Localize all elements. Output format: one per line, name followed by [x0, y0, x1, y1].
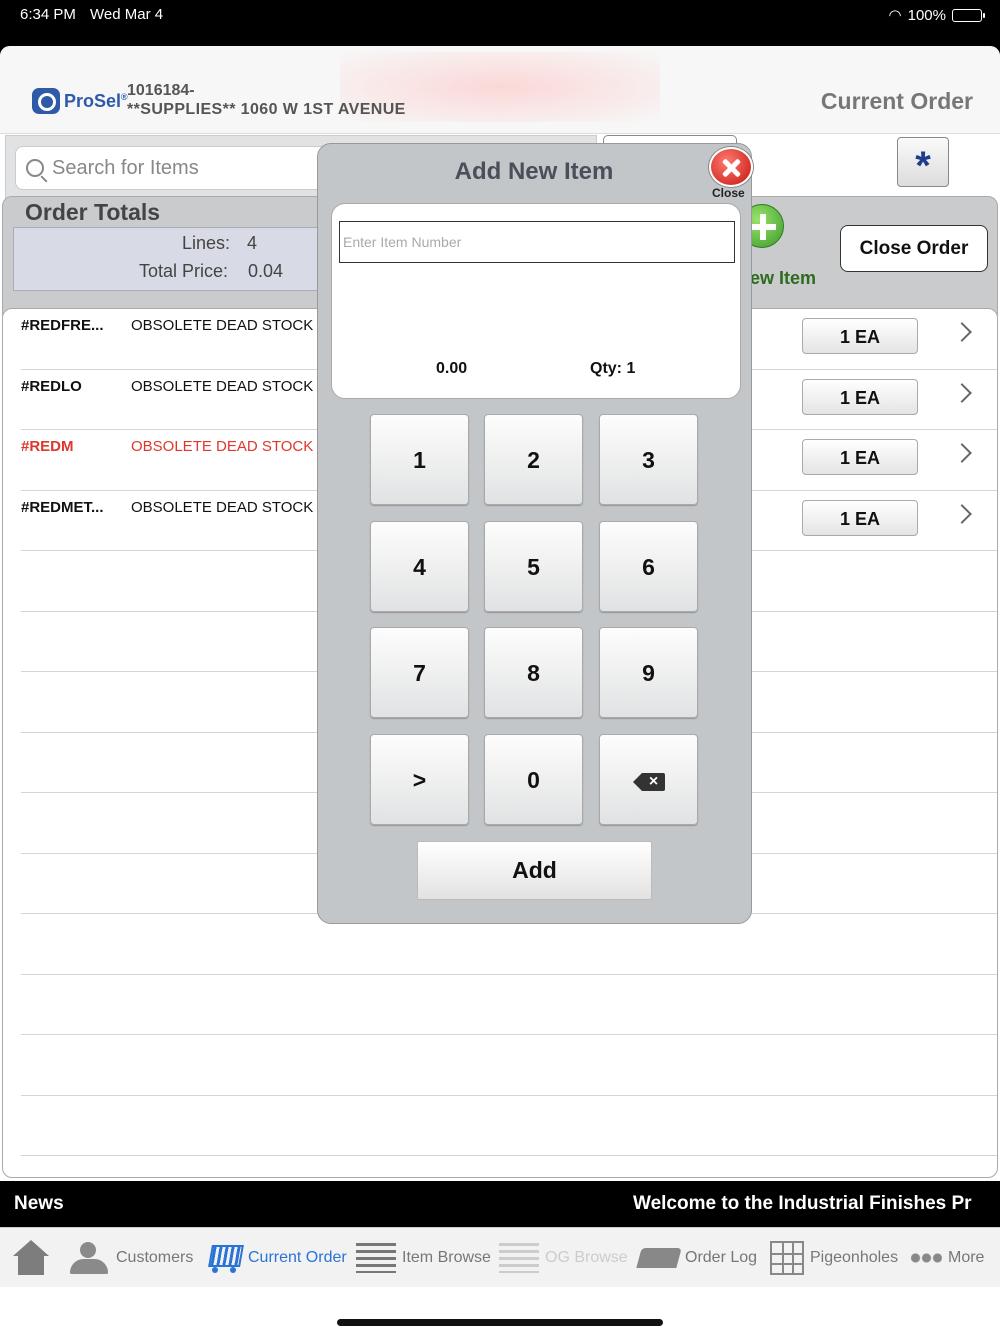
- key-4[interactable]: 4: [370, 521, 469, 612]
- item-description: OBSOLETE DEAD STOCK: [131, 377, 314, 395]
- item-description: OBSOLETE DEAD STOCK: [131, 498, 314, 516]
- item-number: #REDM: [21, 438, 74, 455]
- new-item-label[interactable]: ew Item: [750, 268, 816, 289]
- cart-icon: [204, 1241, 242, 1275]
- tab-pigeonholes[interactable]: Pigeonholes: [770, 1228, 898, 1288]
- close-icon[interactable]: [709, 147, 753, 187]
- status-right: ◠ 100%: [888, 6, 985, 24]
- key-3[interactable]: 3: [599, 414, 698, 505]
- tab-label: OG Browse: [545, 1249, 628, 1266]
- wifi-icon: ◠: [888, 7, 902, 24]
- quantity-button[interactable]: 1 EA: [802, 318, 918, 354]
- key-5[interactable]: 5: [484, 521, 583, 612]
- key-2[interactable]: 2: [484, 414, 583, 505]
- header: ProSel® 1016184- **SUPPLIES** 1060 W 1ST…: [0, 46, 1000, 134]
- add-new-item-dialog: Add New Item Close 0.00 Qty: 1 1 2 3 4 5…: [317, 143, 753, 924]
- app-window: ProSel® 1016184- **SUPPLIES** 1060 W 1ST…: [0, 46, 1000, 1334]
- tab-label: Pigeonholes: [810, 1249, 899, 1266]
- item-qty: Qty: 1: [590, 360, 636, 377]
- page-title: Current Order: [820, 88, 973, 114]
- empty-row: [21, 975, 997, 1035]
- brand-name: ProSel®: [64, 90, 128, 111]
- status-time: 6:34 PM: [20, 6, 76, 23]
- order-totals-title: Order Totals: [25, 199, 161, 225]
- key-1[interactable]: 1: [370, 414, 469, 505]
- prosel-logo: ProSel®: [32, 88, 128, 114]
- close-label[interactable]: Close: [712, 186, 745, 200]
- battery-icon: [952, 8, 985, 22]
- search-icon: [26, 159, 44, 177]
- total-price-value: 0.04: [248, 261, 284, 281]
- lines-label: Lines:: [182, 233, 231, 253]
- key-9[interactable]: 9: [599, 627, 698, 718]
- search-field[interactable]: [15, 146, 345, 190]
- close-order-button[interactable]: Close Order: [840, 225, 988, 272]
- tab-current-order[interactable]: Current Order: [204, 1228, 347, 1288]
- quantity-button[interactable]: 1 EA: [802, 499, 918, 536]
- tab-label: Order Log: [685, 1249, 758, 1266]
- tab-home[interactable]: [12, 1228, 50, 1288]
- total-price-label: Total Price:: [139, 261, 229, 281]
- home-indicator: [337, 1319, 663, 1326]
- item-number: #REDMET...: [21, 498, 104, 516]
- key-next[interactable]: >: [370, 734, 469, 825]
- item-description: OBSOLETE DEAD STOCK: [131, 438, 314, 455]
- news-label: News: [14, 1193, 64, 1214]
- prosel-logo-icon: [32, 88, 60, 114]
- tab-bar: Customers Current Order Item Browse OG B…: [0, 1227, 1000, 1287]
- search-input[interactable]: [52, 156, 322, 180]
- favorites-button[interactable]: *: [897, 137, 949, 188]
- tab-label: More: [948, 1249, 985, 1266]
- og-browse-icon: [499, 1243, 539, 1273]
- chevron-right-icon[interactable]: [952, 443, 972, 463]
- tab-label: Customers: [116, 1249, 194, 1266]
- item-number-input[interactable]: [339, 221, 735, 263]
- home-icon: [12, 1240, 50, 1276]
- status-bar: 6:34 PM Wed Mar 4 ◠ 100%: [0, 0, 1000, 46]
- key-6[interactable]: 6: [599, 521, 698, 612]
- tab-customers[interactable]: Customers: [68, 1228, 193, 1288]
- customer-id[interactable]: 1016184-: [127, 82, 195, 100]
- tab-item-browse[interactable]: Item Browse: [356, 1228, 491, 1288]
- key-7[interactable]: 7: [370, 627, 469, 718]
- tab-label: Current Order: [248, 1249, 347, 1266]
- order-log-icon: [636, 1248, 682, 1268]
- customers-icon: [68, 1242, 110, 1274]
- dialog-title: Add New Item: [454, 158, 614, 185]
- order-totals-box: Lines: 4 Total Price: 0.04: [13, 227, 323, 291]
- tab-order-log[interactable]: Order Log: [636, 1228, 758, 1288]
- tab-og-browse: OG Browse: [499, 1228, 628, 1288]
- news-bar: News Welcome to the Industrial Finishes …: [0, 1181, 1000, 1227]
- backspace-icon: ×: [632, 772, 665, 791]
- empty-row: [21, 1096, 997, 1156]
- empty-row: [21, 1035, 997, 1096]
- chevron-right-icon[interactable]: [952, 503, 972, 524]
- chevron-right-icon[interactable]: [952, 382, 972, 403]
- tab-label: Item Browse: [402, 1249, 491, 1266]
- item-description: OBSOLETE DEAD STOCK: [131, 317, 314, 334]
- lines-value: 4: [247, 233, 258, 253]
- pigeonholes-icon: [770, 1241, 804, 1275]
- key-8[interactable]: 8: [484, 627, 583, 718]
- key-backspace[interactable]: ×: [599, 734, 698, 825]
- key-0[interactable]: 0: [484, 734, 583, 825]
- battery-percent: 100%: [907, 6, 946, 24]
- quantity-button[interactable]: 1 EA: [802, 439, 918, 475]
- more-icon: [910, 1253, 942, 1263]
- add-button[interactable]: Add: [417, 841, 652, 900]
- item-number: #REDLO: [21, 377, 82, 395]
- quantity-button[interactable]: 1 EA: [802, 378, 918, 415]
- item-browse-icon: [356, 1243, 396, 1273]
- news-ticker[interactable]: Welcome to the Industrial Finishes Pr: [633, 1193, 972, 1215]
- customer-name[interactable]: **SUPPLIES** 1060 W 1ST AVENUE: [127, 101, 406, 119]
- tab-more[interactable]: More: [910, 1228, 984, 1288]
- chevron-right-icon[interactable]: [952, 322, 972, 342]
- item-entry-card: 0.00 Qty: 1: [331, 203, 741, 399]
- item-price: 0.00: [436, 360, 468, 377]
- status-date: Wed Mar 4: [90, 6, 164, 23]
- item-number: #REDFRE...: [21, 317, 104, 334]
